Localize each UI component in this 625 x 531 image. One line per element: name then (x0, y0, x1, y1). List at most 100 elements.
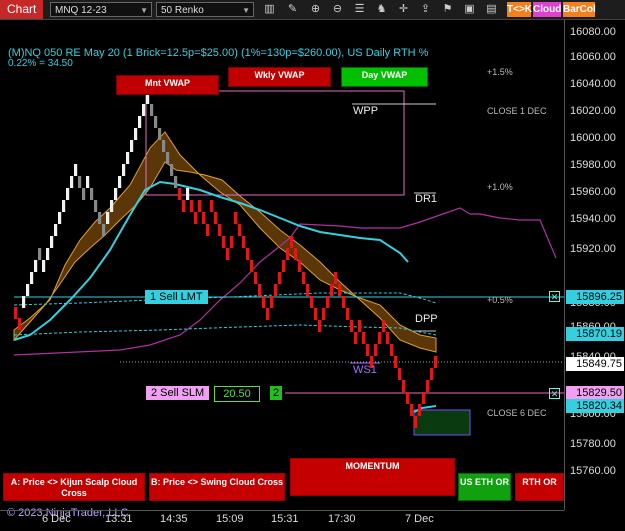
bar-type-selector[interactable]: 50 Renko ▼ (156, 2, 254, 17)
renko-brick (342, 296, 346, 308)
zoom-in-icon[interactable]: ⊕ (308, 2, 323, 17)
renko-brick (250, 260, 254, 272)
chart-style-icon[interactable]: ▤ (484, 2, 499, 17)
renko-brick (154, 116, 158, 128)
flag-icon[interactable]: ⚑ (440, 2, 455, 17)
time-label: 15:09 (216, 513, 244, 525)
renko-brick (22, 296, 26, 308)
renko-brick (266, 308, 270, 320)
renko-brick (158, 128, 162, 140)
renko-brick (94, 200, 98, 212)
renko-brick (178, 188, 182, 200)
renko-brick (410, 404, 414, 416)
kijun-cross-button[interactable]: A: Price <> Kijun Scalp Cloud Cross (3, 473, 145, 501)
share-icon[interactable]: ⇪ (418, 2, 433, 17)
renko-brick (378, 332, 382, 344)
price-label: 15940.00 (570, 213, 616, 225)
renko-brick (350, 320, 354, 332)
renko-brick (386, 332, 390, 344)
renko-brick (218, 224, 222, 236)
price-label: 15980.00 (570, 159, 616, 171)
renko-brick (338, 284, 342, 296)
zoom-out-icon[interactable]: ⊖ (330, 2, 345, 17)
properties-icon[interactable]: ☰ (352, 2, 367, 17)
strategy-icon[interactable]: ♞ (374, 2, 389, 17)
renko-brick (34, 260, 38, 272)
renko-brick (54, 224, 58, 236)
sell-slm-qty[interactable]: 2 (270, 386, 282, 400)
price-axis[interactable] (564, 20, 625, 510)
renko-brick (150, 104, 154, 116)
rth-or-button[interactable]: RTH OR (515, 473, 564, 501)
day-vwap-button[interactable]: Day VWAP (341, 67, 428, 87)
sell-slm-price[interactable]: 20.50 (214, 386, 260, 402)
renko-brick (234, 212, 238, 224)
renko-brick (382, 320, 386, 332)
time-label: 17:30 (328, 513, 356, 525)
pencil-icon[interactable]: ✎ (285, 2, 300, 17)
renko-brick (30, 272, 34, 284)
wkly-vwap-button[interactable]: Wkly VWAP (228, 67, 331, 87)
renko-brick (110, 200, 114, 212)
renko-brick (306, 284, 310, 296)
renko-brick (162, 140, 166, 152)
renko-brick (82, 188, 86, 200)
price-chart-canvas[interactable] (0, 20, 564, 510)
crosshair-icon[interactable]: ✛ (396, 2, 411, 17)
renko-brick (414, 416, 418, 428)
sell-lmt-price-tag: 15896.25 (566, 290, 624, 304)
renko-brick (62, 200, 66, 212)
renko-brick (374, 344, 378, 356)
cancel-sell-lmt-icon[interactable]: ✕ (549, 291, 560, 302)
renko-brick (354, 332, 358, 344)
pct-1-5-label: +1.5% (487, 67, 513, 77)
window-icon[interactable]: ▣ (462, 2, 477, 17)
last-price-tag: 15849.75 (566, 357, 624, 371)
cancel-sell-slm-icon[interactable]: ✕ (549, 388, 560, 399)
renko-brick (46, 248, 50, 260)
price-tag-15870: 15870.19 (566, 327, 624, 341)
renko-brick (406, 392, 410, 404)
renko-brick (286, 248, 290, 260)
pct-1-0-label: +1.0% (487, 182, 513, 192)
bar-type-icon[interactable]: ▥ (262, 2, 277, 17)
cloud-toggle-button[interactable]: Cloud (533, 2, 561, 17)
dpp-label: DPP (415, 313, 438, 325)
wpp-label: WPP (353, 105, 379, 117)
renko-brick (118, 176, 122, 188)
renko-brick (102, 224, 106, 236)
renko-brick (138, 116, 142, 128)
renko-brick (290, 236, 294, 248)
swing-cross-button[interactable]: B: Price <> Swing Cloud Cross (149, 473, 285, 501)
price-label: 16060.00 (570, 51, 616, 63)
barcol-toggle-button[interactable]: BarCol (563, 2, 596, 17)
chart-tab[interactable]: Chart (0, 0, 44, 19)
momentum-button[interactable]: MOMENTUM (290, 458, 455, 496)
renko-brick (258, 284, 262, 296)
price-label: 15920.00 (570, 243, 616, 255)
renko-brick (422, 392, 426, 404)
renko-brick (98, 212, 102, 224)
renko-brick (170, 164, 174, 176)
sell-slm-order-tag[interactable]: 2 Sell SLM (146, 386, 210, 400)
tk-toggle-button[interactable]: T<>K (507, 2, 532, 17)
renko-brick (182, 200, 186, 212)
renko-brick (318, 320, 322, 332)
sell-lmt-order-tag[interactable]: 1 Sell LMT (145, 290, 208, 304)
renko-brick (242, 236, 246, 248)
mnt-vwap-button[interactable]: Mnt VWAP (116, 75, 219, 95)
renko-brick (194, 212, 198, 224)
ws1-label: WS1 (353, 364, 377, 376)
us-eth-or-button[interactable]: US ETH OR (458, 473, 511, 501)
time-label: 6 Dec (42, 513, 71, 525)
chart-plot-area[interactable]: (M)NQ 050 RE May 20 (1 Brick=12.5p=$25.0… (0, 20, 564, 519)
renko-brick (66, 188, 70, 200)
renko-brick (314, 308, 318, 320)
renko-brick (166, 152, 170, 164)
price-label: 16000.00 (570, 132, 616, 144)
instrument-selector[interactable]: MNQ 12-23 ▼ (50, 2, 152, 17)
renko-brick (198, 200, 202, 212)
renko-brick (230, 236, 234, 248)
renko-brick (114, 188, 118, 200)
renko-brick (434, 356, 438, 368)
